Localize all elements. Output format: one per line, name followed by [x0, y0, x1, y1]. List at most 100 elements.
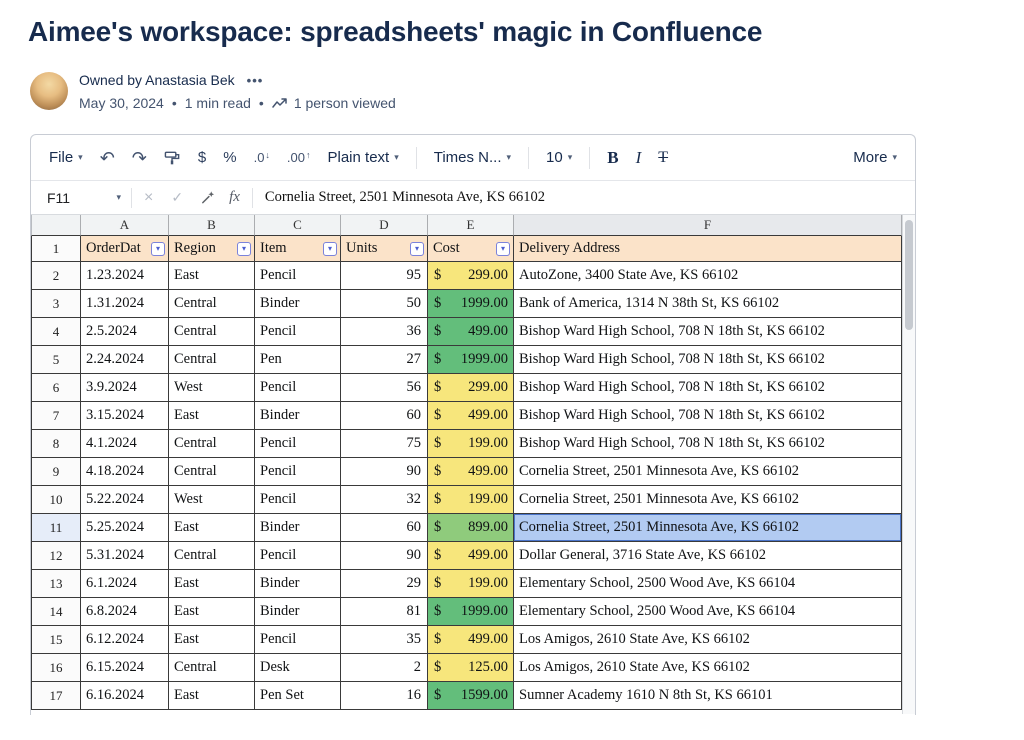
cell-A2[interactable]: 1.23.2024: [81, 262, 169, 290]
cell-A12[interactable]: 5.31.2024: [81, 542, 169, 570]
cell-F2[interactable]: AutoZone, 3400 State Ave, KS 66102: [514, 262, 902, 290]
cell-E3[interactable]: $1999.00: [428, 290, 514, 318]
column-header-E[interactable]: E: [428, 215, 514, 236]
cell-F16[interactable]: Los Amigos, 2610 State Ave, KS 66102: [514, 654, 902, 682]
row-header-8[interactable]: 8: [31, 430, 81, 458]
cell-F7[interactable]: Bishop Ward High School, 708 N 18th St, …: [514, 402, 902, 430]
cell-B10[interactable]: West: [169, 486, 255, 514]
cell-F5[interactable]: Bishop Ward High School, 708 N 18th St, …: [514, 346, 902, 374]
cell-E13[interactable]: $199.00: [428, 570, 514, 598]
cell-A4[interactable]: 2.5.2024: [81, 318, 169, 346]
cell-B2[interactable]: East: [169, 262, 255, 290]
cell-F9[interactable]: Cornelia Street, 2501 Minnesota Ave, KS …: [514, 458, 902, 486]
scrollbar-thumb[interactable]: [905, 220, 913, 330]
cell-D5[interactable]: 27: [341, 346, 428, 374]
cell-F14[interactable]: Elementary School, 2500 Wood Ave, KS 661…: [514, 598, 902, 626]
cell-C10[interactable]: Pencil: [255, 486, 341, 514]
filter-button[interactable]: ▾: [151, 242, 165, 256]
font-size-dropdown[interactable]: 10 ▾: [546, 149, 572, 166]
more-menu-button[interactable]: More ▾: [853, 149, 897, 166]
cell-F10[interactable]: Cornelia Street, 2501 Minnesota Ave, KS …: [514, 486, 902, 514]
header-cell-A1[interactable]: OrderDat▾: [81, 236, 169, 262]
cell-F15[interactable]: Los Amigos, 2610 State Ave, KS 66102: [514, 626, 902, 654]
cell-E12[interactable]: $499.00: [428, 542, 514, 570]
filter-button[interactable]: ▾: [323, 242, 337, 256]
strikethrough-button[interactable]: T: [658, 149, 668, 167]
cell-A16[interactable]: 6.15.2024: [81, 654, 169, 682]
cell-A10[interactable]: 5.22.2024: [81, 486, 169, 514]
paint-format-icon[interactable]: [164, 150, 181, 166]
column-header-B[interactable]: B: [169, 215, 255, 236]
filter-button[interactable]: ▾: [237, 242, 251, 256]
cell-D2[interactable]: 95: [341, 262, 428, 290]
column-header-A[interactable]: A: [81, 215, 169, 236]
row-header-16[interactable]: 16: [31, 654, 81, 682]
row-header-7[interactable]: 7: [31, 402, 81, 430]
cell-B3[interactable]: Central: [169, 290, 255, 318]
cell-E16[interactable]: $125.00: [428, 654, 514, 682]
filter-button[interactable]: ▾: [410, 242, 424, 256]
row-header-11[interactable]: 11: [31, 514, 81, 542]
select-all-corner[interactable]: [31, 215, 81, 236]
row-header-4[interactable]: 4: [31, 318, 81, 346]
cell-A7[interactable]: 3.15.2024: [81, 402, 169, 430]
cell-F8[interactable]: Bishop Ward High School, 708 N 18th St, …: [514, 430, 902, 458]
cell-F11[interactable]: Cornelia Street, 2501 Minnesota Ave, KS …: [514, 514, 902, 542]
confirm-edit-icon[interactable]: ✓: [171, 189, 183, 206]
owned-by-text[interactable]: Owned by Anastasia Bek: [79, 72, 235, 88]
cell-C12[interactable]: Pencil: [255, 542, 341, 570]
cell-C9[interactable]: Pencil: [255, 458, 341, 486]
cell-E6[interactable]: $299.00: [428, 374, 514, 402]
cell-D9[interactable]: 90: [341, 458, 428, 486]
cell-D4[interactable]: 36: [341, 318, 428, 346]
cell-C11[interactable]: Binder: [255, 514, 341, 542]
row-header-6[interactable]: 6: [31, 374, 81, 402]
cell-F13[interactable]: Elementary School, 2500 Wood Ave, KS 661…: [514, 570, 902, 598]
cell-E5[interactable]: $1999.00: [428, 346, 514, 374]
filter-button[interactable]: ▾: [496, 242, 510, 256]
row-header-12[interactable]: 12: [31, 542, 81, 570]
bold-button[interactable]: B: [607, 148, 618, 168]
cell-C15[interactable]: Pencil: [255, 626, 341, 654]
currency-format-button[interactable]: $: [198, 149, 206, 166]
column-header-F[interactable]: F: [514, 215, 902, 236]
cell-B11[interactable]: East: [169, 514, 255, 542]
vertical-scrollbar[interactable]: [902, 215, 915, 714]
row-header-14[interactable]: 14: [31, 598, 81, 626]
cell-C7[interactable]: Binder: [255, 402, 341, 430]
cell-A13[interactable]: 6.1.2024: [81, 570, 169, 598]
row-header-5[interactable]: 5: [31, 346, 81, 374]
cell-D10[interactable]: 32: [341, 486, 428, 514]
cell-C17[interactable]: Pen Set: [255, 682, 341, 710]
cell-A6[interactable]: 3.9.2024: [81, 374, 169, 402]
cell-C2[interactable]: Pencil: [255, 262, 341, 290]
cell-D12[interactable]: 90: [341, 542, 428, 570]
increase-decimal-button[interactable]: .00 ↑: [287, 150, 311, 165]
cell-F6[interactable]: Bishop Ward High School, 708 N 18th St, …: [514, 374, 902, 402]
cell-A11[interactable]: 5.25.2024: [81, 514, 169, 542]
cell-B12[interactable]: Central: [169, 542, 255, 570]
cell-D16[interactable]: 2: [341, 654, 428, 682]
header-cell-E1[interactable]: Cost▾: [428, 236, 514, 262]
cell-reference-box[interactable]: F11 ▾: [31, 181, 131, 214]
cell-C3[interactable]: Binder: [255, 290, 341, 318]
cell-B17[interactable]: East: [169, 682, 255, 710]
row-header-10[interactable]: 10: [31, 486, 81, 514]
row-header-9[interactable]: 9: [31, 458, 81, 486]
cell-C14[interactable]: Binder: [255, 598, 341, 626]
cell-B4[interactable]: Central: [169, 318, 255, 346]
header-cell-D1[interactable]: Units▾: [341, 236, 428, 262]
cell-F12[interactable]: Dollar General, 3716 State Ave, KS 66102: [514, 542, 902, 570]
cell-D13[interactable]: 29: [341, 570, 428, 598]
cell-A5[interactable]: 2.24.2024: [81, 346, 169, 374]
cell-E15[interactable]: $499.00: [428, 626, 514, 654]
cell-E9[interactable]: $499.00: [428, 458, 514, 486]
cell-F3[interactable]: Bank of America, 1314 N 38th St, KS 6610…: [514, 290, 902, 318]
more-options-icon[interactable]: •••: [247, 73, 264, 88]
row-header-13[interactable]: 13: [31, 570, 81, 598]
cell-B6[interactable]: West: [169, 374, 255, 402]
row-header-17[interactable]: 17: [31, 682, 81, 710]
views-analytics[interactable]: 1 person viewed: [272, 95, 396, 111]
header-cell-C1[interactable]: Item▾: [255, 236, 341, 262]
row-header-3[interactable]: 3: [31, 290, 81, 318]
